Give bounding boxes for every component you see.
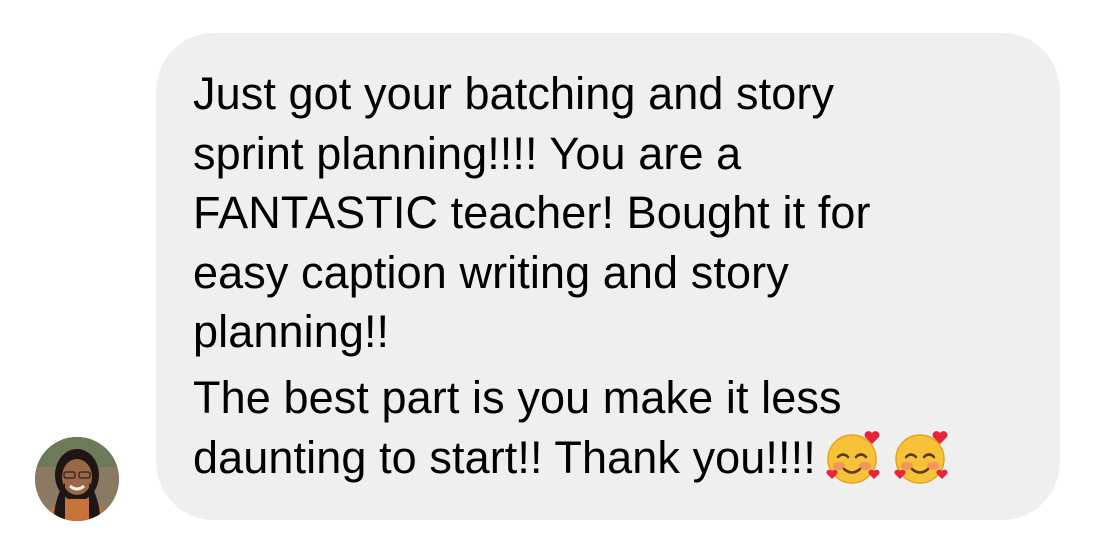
- smiling-face-with-hearts-icon: [824, 427, 884, 487]
- message-row: Just got your batching and story sprint …: [0, 0, 1107, 534]
- message-line: easy caption writing and story: [193, 246, 789, 298]
- message-line: planning!!: [193, 306, 390, 357]
- message-bubble[interactable]: Just got your batching and story sprint …: [156, 33, 1060, 520]
- message-line: The best part is you make it less: [193, 371, 842, 423]
- smiling-face-with-hearts-icon: [892, 427, 952, 487]
- avatar[interactable]: [35, 437, 119, 521]
- message-line: sprint planning!!!! You are a: [193, 127, 742, 179]
- message-line: Just got your batching and story: [193, 68, 835, 119]
- message-line-text: daunting to start!! Thank you!!!!: [193, 432, 816, 483]
- avatar-photo: [35, 437, 119, 521]
- message-line: FANTASTIC teacher! Bought it for: [193, 187, 871, 238]
- message-last-line: daunting to start!! Thank you!!!!: [193, 427, 1030, 488]
